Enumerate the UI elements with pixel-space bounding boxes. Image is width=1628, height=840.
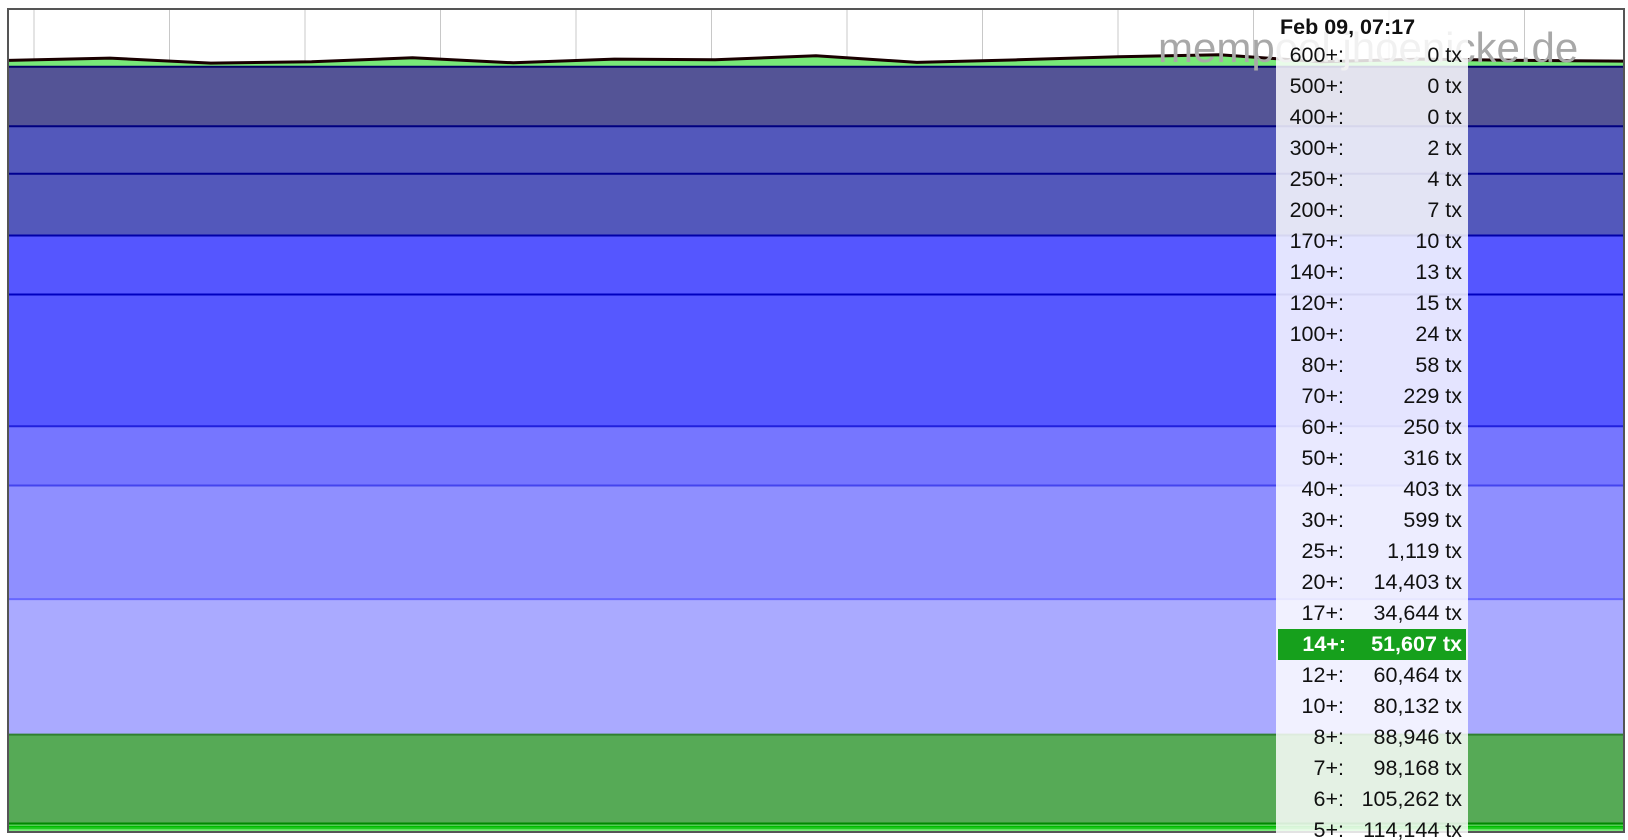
tooltip-row-label: 50+: [1301, 446, 1344, 470]
tooltip-row-label: 10+: [1301, 694, 1344, 718]
tooltip-row: 600+: 0 tx [1276, 40, 1468, 71]
tooltip-row: 80+: 58 tx [1276, 350, 1468, 381]
tooltip-row-value: 599 tx [1403, 508, 1462, 532]
tooltip-row: 60+: 250 tx [1276, 412, 1468, 443]
tooltip-row-value: 80,132 tx [1373, 694, 1462, 718]
tooltip-row: 5+: 114,144 tx [1276, 815, 1468, 840]
tooltip-row-value: 0 tx [1427, 74, 1462, 98]
tooltip-row-value: 51,607 tx [1371, 632, 1462, 656]
tooltip-row: 120+: 15 tx [1276, 288, 1468, 319]
tooltip-date: Feb 09, 07:17 [1280, 15, 1416, 39]
tooltip-row-label: 60+: [1301, 415, 1344, 439]
tooltip-rows: 600+: 0 tx 500+: 0 tx 400+: 0 tx 300+: 2 tx 250+… [1276, 40, 1468, 840]
tooltip-row-value: 88,946 tx [1373, 725, 1462, 749]
tooltip-row-value: 2 tx [1427, 136, 1462, 160]
tooltip-row-value: 7 tx [1427, 198, 1462, 222]
tooltip-row-value: 114,144 tx [1363, 818, 1462, 840]
tooltip-row-value: 13 tx [1415, 260, 1462, 284]
tooltip-row: 140+: 13 tx [1276, 257, 1468, 288]
tooltip-row-value: 0 tx [1427, 43, 1462, 67]
tooltip-row-label: 400+: [1289, 105, 1344, 129]
tooltip-row-value: 4 tx [1427, 167, 1462, 191]
tooltip-row-label: 600+: [1289, 43, 1344, 67]
tooltip-row-label: 12+: [1301, 663, 1344, 687]
tooltip-row-label: 25+: [1301, 539, 1344, 563]
tooltip-row-value: 58 tx [1415, 353, 1462, 377]
tooltip-row-label: 100+: [1289, 322, 1344, 346]
tooltip-row-label: 5+: [1313, 818, 1345, 840]
tooltip-row-value: 10 tx [1415, 229, 1462, 253]
tooltip-row-label: 120+: [1289, 291, 1344, 315]
tooltip-row-label: 8+: [1313, 725, 1345, 749]
tooltip-row-value: 98,168 tx [1373, 756, 1462, 780]
tooltip-row-label: 7+: [1313, 756, 1345, 780]
tooltip-row: 40+: 403 tx [1276, 474, 1468, 505]
tooltip-row-label: 30+: [1301, 508, 1344, 532]
tooltip-row: 170+: 10 tx [1276, 226, 1468, 257]
tooltip-row-label: 6+: [1313, 787, 1345, 811]
tooltip-row: 250+: 4 tx [1276, 164, 1468, 195]
tooltip-row-label: 80+: [1301, 353, 1344, 377]
tooltip-row-value: 15 tx [1415, 291, 1462, 315]
tooltip-row-value: 250 tx [1403, 415, 1462, 439]
tooltip-row-label: 20+: [1301, 570, 1344, 594]
tooltip-row: 14+: 51,607 tx [1278, 629, 1466, 660]
tooltip-row: 6+: 105,262 tx [1276, 784, 1468, 815]
tooltip-row-label: 300+: [1289, 136, 1344, 160]
tooltip-row: 20+: 14,403 tx [1276, 567, 1468, 598]
tooltip-row-value: 0 tx [1427, 105, 1462, 129]
tooltip-row-label: 250+: [1289, 167, 1344, 191]
tooltip-row-value: 34,644 tx [1373, 601, 1462, 625]
tooltip-row: 300+: 2 tx [1276, 133, 1468, 164]
tooltip-row-label: 17+: [1301, 601, 1344, 625]
tooltip-row: 17+: 34,644 tx [1276, 598, 1468, 629]
tooltip-row: 8+: 88,946 tx [1276, 722, 1468, 753]
tooltip-row: 12+: 60,464 tx [1276, 660, 1468, 691]
tooltip-row-label: 200+: [1289, 198, 1344, 222]
tooltip-row-label: 170+: [1289, 229, 1344, 253]
tooltip-row: 50+: 316 tx [1276, 443, 1468, 474]
tooltip-row-label: 14+: [1302, 632, 1346, 656]
tooltip-row-value: 316 tx [1403, 446, 1462, 470]
tooltip-row: 500+: 0 tx [1276, 71, 1468, 102]
tooltip-row: 400+: 0 tx [1276, 102, 1468, 133]
tooltip-row-value: 403 tx [1403, 477, 1462, 501]
tooltip-row-value: 60,464 tx [1373, 663, 1462, 687]
tooltip-row: 25+: 1,119 tx [1276, 536, 1468, 567]
tooltip-row-value: 105,262 tx [1361, 787, 1462, 811]
tooltip-row-value: 24 tx [1415, 322, 1462, 346]
tooltip-row-label: 40+: [1301, 477, 1344, 501]
tooltip-row: 30+: 599 tx [1276, 505, 1468, 536]
tooltip-row: 100+: 24 tx [1276, 319, 1468, 350]
tooltip-row-label: 70+: [1301, 384, 1344, 408]
tooltip-row-value: 229 tx [1403, 384, 1462, 408]
tooltip-row: 70+: 229 tx [1276, 381, 1468, 412]
tooltip-row: 200+: 7 tx [1276, 195, 1468, 226]
tooltip-row: 10+: 80,132 tx [1276, 691, 1468, 722]
tooltip-panel: Feb 09, 07:17 600+: 0 tx 500+: 0 tx 400+: 0 t… [1276, 10, 1468, 840]
tooltip-row-value: 14,403 tx [1373, 570, 1462, 594]
tooltip-row: 7+: 98,168 tx [1276, 753, 1468, 784]
tooltip-row-value: 1,119 tx [1387, 539, 1462, 563]
tooltip-row-label: 500+: [1289, 74, 1344, 98]
tooltip-row-label: 140+: [1289, 260, 1344, 284]
